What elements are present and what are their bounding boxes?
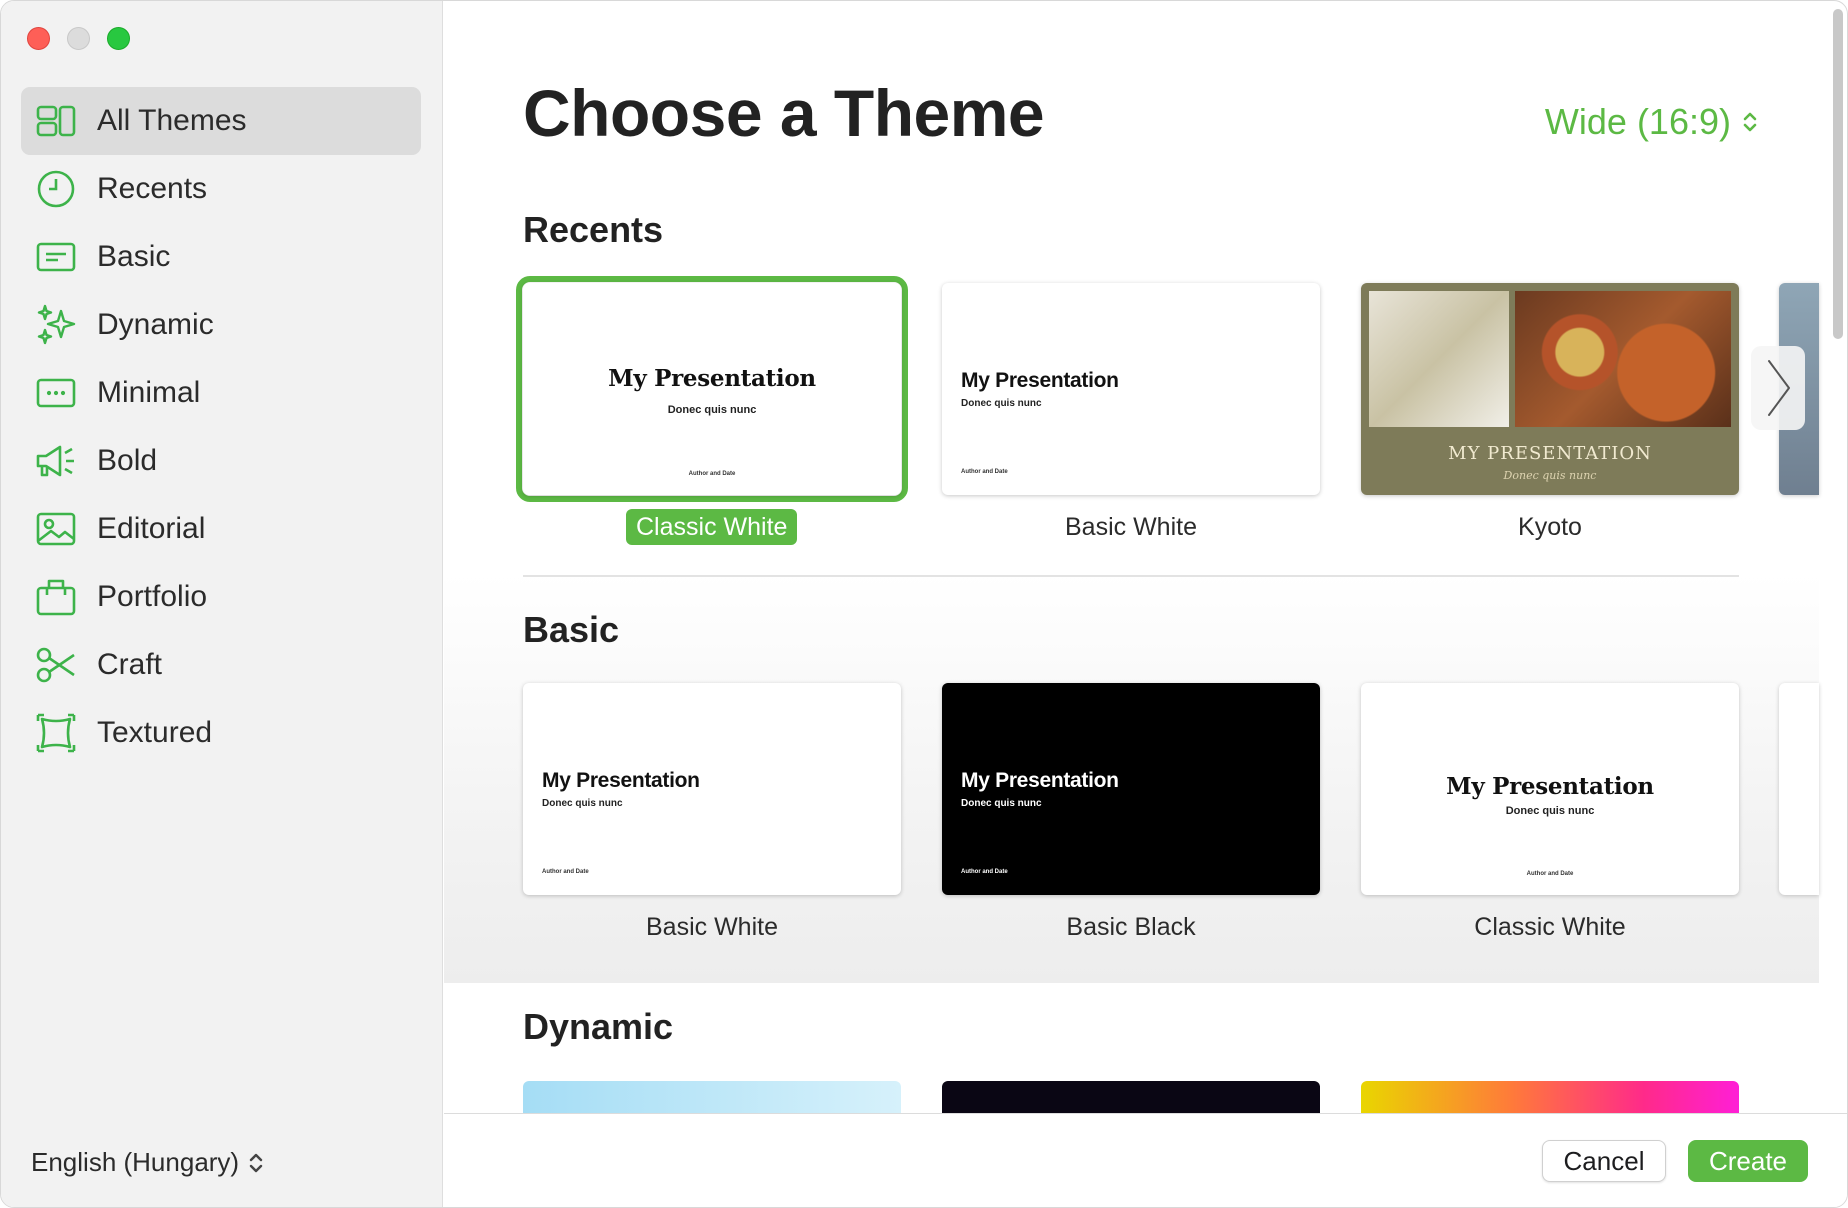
sidebar-item-label: Recents — [97, 172, 208, 205]
thumbnail-footer: Author and Date — [961, 469, 1008, 475]
dialog-footer: Cancel Create — [444, 1113, 1847, 1207]
vertical-scrollbar[interactable] — [1833, 9, 1843, 339]
sidebar-item-label: Textured — [97, 716, 213, 749]
clock-icon — [33, 166, 79, 212]
theme-category-list: All Themes Recents Basic Dynamic Minimal… — [21, 87, 421, 767]
thumbnail-footer: Author and Date — [961, 869, 1008, 875]
sidebar-item-recents[interactable]: Recents — [21, 155, 421, 223]
theme-thumbnail-basic-black[interactable]: My Presentation Donec quis nunc Author a… — [942, 683, 1320, 895]
megaphone-icon — [33, 438, 79, 484]
all-themes-icon — [33, 98, 79, 144]
theme-name-basic-white[interactable]: Basic White — [942, 513, 1320, 542]
scissors-icon — [33, 642, 79, 688]
thumbnail-title: MY PRESENTATION — [1448, 443, 1652, 464]
thumbnail-subtitle: Donec quis nunc — [961, 398, 1042, 409]
window-controls — [27, 27, 130, 50]
theme-thumbnail-dynamic[interactable] — [1361, 1081, 1739, 1113]
photo-icon — [33, 506, 79, 552]
theme-thumbnail-dynamic[interactable] — [523, 1081, 901, 1113]
thumbnail-subtitle: Donec quis nunc — [667, 404, 757, 416]
sidebar-item-textured[interactable]: Textured — [21, 699, 421, 767]
page-title: Choose a Theme — [523, 76, 1045, 150]
theme-thumbnail-dynamic[interactable] — [942, 1081, 1320, 1113]
theme-thumbnail-classic-white[interactable]: My Presentation Donec quis nunc Author a… — [1361, 683, 1739, 895]
thumbnail-photo-tea-leaves — [1369, 291, 1509, 427]
theme-thumbnail-kyoto[interactable]: MY PRESENTATION Donec quis nunc — [1361, 283, 1739, 495]
theme-name-basic-white[interactable]: Basic White — [523, 913, 901, 942]
slide-size-popup[interactable]: Wide (16:9) — [1545, 101, 1759, 143]
thumbnail-title: My Presentation — [1446, 773, 1654, 800]
zoom-window-button[interactable] — [107, 27, 130, 50]
thumbnail-title: My Presentation — [542, 769, 700, 792]
chevron-up-down-icon — [1743, 112, 1757, 132]
theme-thumbnail-basic-white[interactable]: My Presentation Donec quis nunc Author a… — [523, 683, 901, 895]
theme-name-kyoto[interactable]: Kyoto — [1361, 513, 1739, 542]
sidebar: All Themes Recents Basic Dynamic Minimal… — [1, 1, 443, 1207]
thumbnail-title: My Presentation — [961, 369, 1119, 392]
sidebar-item-label: Craft — [97, 648, 163, 681]
slide-size-label: Wide (16:9) — [1544, 101, 1731, 142]
chevron-up-down-icon — [247, 1150, 265, 1176]
create-button[interactable]: Create — [1688, 1140, 1808, 1182]
theme-chooser-window: All Themes Recents Basic Dynamic Minimal… — [0, 0, 1848, 1208]
thumbnail-subtitle: Donec quis nunc — [542, 798, 623, 809]
section-title-dynamic: Dynamic — [523, 1006, 674, 1047]
section-title-basic: Basic — [523, 609, 620, 650]
theme-thumbnail-classic-white[interactable]: My Presentation Donec quis nunc Author a… — [523, 283, 901, 495]
theme-name-classic-white[interactable]: Classic White — [626, 509, 798, 545]
thumbnail-title: My Presentation — [961, 769, 1119, 792]
sidebar-item-minimal[interactable]: Minimal — [21, 359, 421, 427]
sidebar-item-label: All Themes — [97, 104, 247, 137]
sidebar-item-label: Bold — [97, 444, 158, 477]
minimize-window-button[interactable] — [67, 27, 90, 50]
sparkles-icon — [33, 302, 79, 348]
thumbnail-footer: Author and Date — [1526, 871, 1574, 877]
thumbnail-subtitle: Donec quis nunc — [1505, 805, 1595, 817]
sidebar-item-label: Portfolio — [97, 580, 208, 613]
scroll-right-button[interactable] — [1751, 346, 1805, 430]
sidebar-item-all-themes[interactable]: All Themes — [21, 87, 421, 155]
thumbnail-photo-teapot — [1515, 291, 1731, 427]
theme-gallery[interactable]: Choose a Theme Wide (16:9) Recents My Pr… — [444, 1, 1847, 1113]
portfolio-icon — [33, 574, 79, 620]
thumbnail-footer: Author and Date — [688, 471, 736, 477]
theme-name-classic-white[interactable]: Classic White — [1361, 913, 1739, 942]
basic-icon — [33, 234, 79, 280]
theme-thumbnail-partial[interactable] — [1779, 683, 1819, 895]
minimal-icon — [33, 370, 79, 416]
sidebar-item-editorial[interactable]: Editorial — [21, 495, 421, 563]
thumbnail-subtitle: Donec quis nunc — [1503, 469, 1597, 482]
sidebar-item-bold[interactable]: Bold — [21, 427, 421, 495]
sidebar-item-label: Editorial — [97, 512, 206, 545]
thumbnail-title: My Presentation — [608, 365, 816, 392]
theme-name-basic-black[interactable]: Basic Black — [942, 913, 1320, 942]
sidebar-item-label: Basic — [97, 240, 171, 273]
sidebar-item-label: Dynamic — [97, 308, 214, 341]
sidebar-item-dynamic[interactable]: Dynamic — [21, 291, 421, 359]
language-selector[interactable]: English (Hungary) — [31, 1147, 265, 1178]
chevron-right-icon — [1768, 360, 1790, 416]
cancel-button[interactable]: Cancel — [1542, 1140, 1666, 1182]
theme-thumbnail-basic-white[interactable]: My Presentation Donec quis nunc Author a… — [942, 283, 1320, 495]
section-title-recents: Recents — [523, 209, 664, 250]
close-window-button[interactable] — [27, 27, 50, 50]
thumbnail-subtitle: Donec quis nunc — [961, 798, 1042, 809]
language-label: English (Hungary) — [31, 1147, 240, 1177]
sidebar-item-portfolio[interactable]: Portfolio — [21, 563, 421, 631]
thumbnail-footer: Author and Date — [542, 869, 589, 875]
sidebar-item-craft[interactable]: Craft — [21, 631, 421, 699]
textured-icon — [33, 710, 79, 756]
sidebar-item-label: Minimal — [97, 376, 201, 409]
sidebar-item-basic[interactable]: Basic — [21, 223, 421, 291]
section-divider — [523, 575, 1739, 577]
